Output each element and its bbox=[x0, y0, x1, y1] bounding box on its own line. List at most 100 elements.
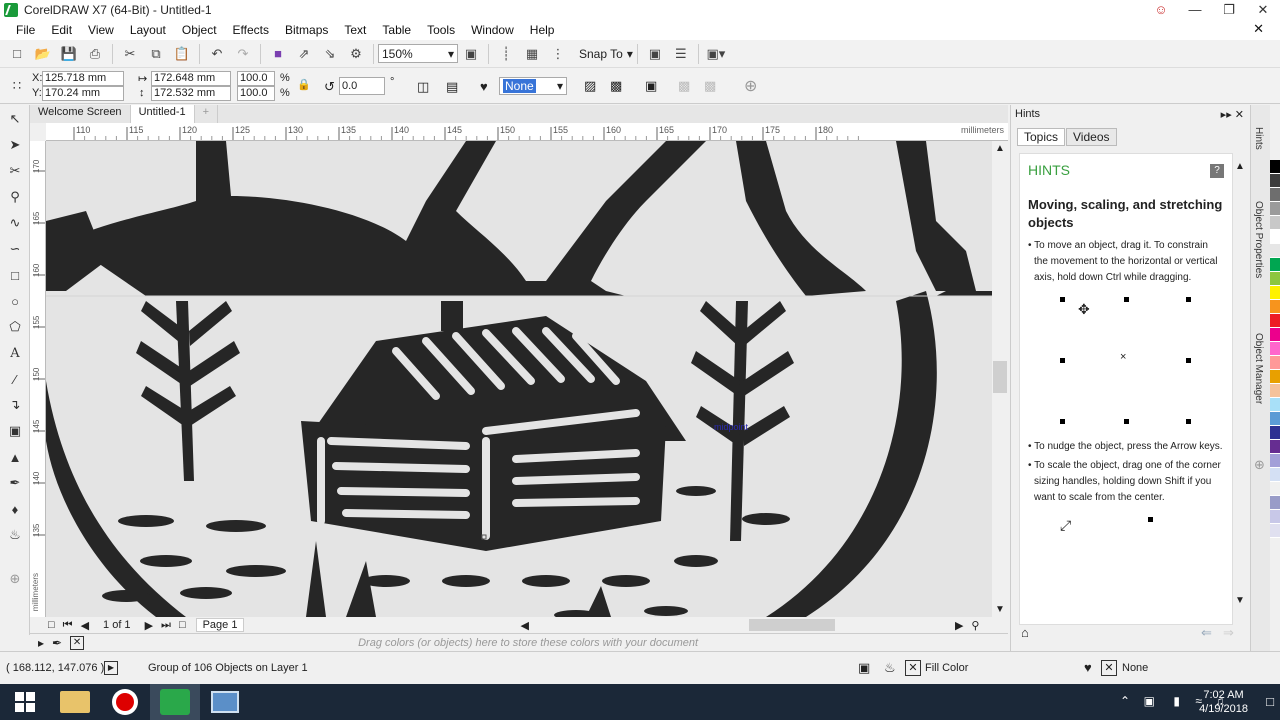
drawing-canvas[interactable]: midpoint bbox=[46, 141, 992, 617]
menu-object[interactable]: Object bbox=[182, 23, 217, 37]
palette-swatch[interactable] bbox=[1270, 440, 1280, 454]
add-page-end-icon[interactable]: □ bbox=[179, 619, 186, 631]
menu-bitmaps[interactable]: Bitmaps bbox=[285, 23, 328, 37]
home-icon[interactable]: ⌂ bbox=[1021, 625, 1029, 640]
pick-tool-icon[interactable]: ↖ bbox=[3, 107, 27, 131]
tray-chevron-icon[interactable]: ⌃ bbox=[1120, 694, 1130, 708]
side-tab-object-properties[interactable]: Object Properties bbox=[1253, 201, 1264, 278]
start-button[interactable] bbox=[0, 684, 50, 720]
add-docker-icon[interactable]: ⊕ bbox=[1254, 457, 1265, 473]
tab-welcome-screen[interactable]: Welcome Screen bbox=[30, 105, 131, 123]
palette-flyout-icon[interactable]: ▸ bbox=[38, 636, 44, 650]
palette-swatch[interactable] bbox=[1270, 356, 1280, 370]
navigator-zoom-icon[interactable]: ⚲ bbox=[971, 619, 979, 632]
show-rulers-icon[interactable]: ┊ bbox=[495, 43, 517, 65]
status-play-icon[interactable]: ▶ bbox=[104, 661, 118, 675]
palette-swatch[interactable] bbox=[1270, 202, 1280, 216]
redo-icon[interactable]: ↷ bbox=[232, 43, 254, 65]
palette-swatch[interactable] bbox=[1270, 272, 1280, 286]
palette-swatch[interactable] bbox=[1270, 510, 1280, 524]
scale-x-field[interactable]: 100.0 bbox=[237, 71, 275, 86]
palette-swatch[interactable] bbox=[1270, 258, 1280, 272]
lock-ratio-icon[interactable]: 🔒 bbox=[297, 78, 311, 91]
zoom-tool-icon[interactable]: ⚲ bbox=[3, 185, 27, 209]
options-icon[interactable]: ☰ bbox=[670, 43, 692, 65]
open-icon[interactable]: 📂 bbox=[32, 43, 54, 65]
preset-icon[interactable]: ∷ bbox=[6, 75, 28, 97]
palette-swatch[interactable] bbox=[1270, 412, 1280, 426]
import-icon[interactable]: ⇗ bbox=[293, 43, 315, 65]
palette-swatch[interactable] bbox=[1270, 244, 1280, 258]
show-guidelines-icon[interactable]: ⋮ bbox=[547, 43, 569, 65]
eyedropper-icon[interactable]: ✒ bbox=[52, 636, 62, 650]
vertical-ruler[interactable]: 170 165 160 155 150 145 140 135 millimeters bbox=[30, 141, 46, 617]
group-icon[interactable]: ▨ bbox=[584, 78, 596, 94]
scale-y-field[interactable]: 100.0 bbox=[237, 86, 275, 101]
scroll-left-icon[interactable]: ◀ bbox=[520, 619, 528, 632]
welcome-screen-icon[interactable]: ▣ bbox=[644, 43, 666, 65]
menu-view[interactable]: View bbox=[88, 23, 114, 37]
scroll-right-icon[interactable]: ▶ bbox=[955, 619, 963, 632]
menu-table[interactable]: Table bbox=[382, 23, 411, 37]
previous-page-icon[interactable]: ◀ bbox=[81, 619, 89, 632]
application-launcher-icon[interactable]: ▣▾ bbox=[705, 43, 727, 65]
palette-swatch[interactable] bbox=[1270, 496, 1280, 510]
horizontal-scroll-thumb[interactable] bbox=[748, 619, 835, 631]
polygon-tool-icon[interactable]: ⬠ bbox=[3, 315, 27, 339]
export-icon[interactable]: ⇘ bbox=[319, 43, 341, 65]
print-icon[interactable]: ⎙ bbox=[84, 43, 106, 65]
account-icon[interactable]: ☺ bbox=[1144, 0, 1178, 19]
artistic-media-icon[interactable]: ∽ bbox=[3, 237, 27, 261]
color-proof-icon[interactable]: ▣ bbox=[858, 660, 870, 676]
menu-edit[interactable]: Edit bbox=[51, 23, 72, 37]
drop-shadow-icon[interactable]: ▣ bbox=[3, 419, 27, 443]
palette-swatch[interactable] bbox=[1270, 300, 1280, 314]
palette-swatch[interactable] bbox=[1270, 230, 1280, 244]
minimize-button[interactable]: — bbox=[1178, 0, 1212, 19]
first-page-icon[interactable]: ⏮ bbox=[63, 619, 73, 632]
new-tab-icon[interactable]: + bbox=[194, 105, 219, 123]
connector-tool-icon[interactable]: ↴ bbox=[3, 393, 27, 417]
x-position-field[interactable]: 125.718 mm bbox=[42, 71, 124, 86]
menu-help[interactable]: Help bbox=[530, 23, 555, 37]
last-page-icon[interactable]: ⏭ bbox=[161, 619, 171, 632]
text-tool-icon[interactable]: A bbox=[3, 341, 27, 365]
palette-swatch[interactable] bbox=[1270, 174, 1280, 188]
parallel-dimension-icon[interactable]: ∕ bbox=[3, 367, 27, 391]
forward-icon[interactable]: ⇒ bbox=[1223, 625, 1234, 641]
ungroup-icon[interactable]: ▩ bbox=[610, 78, 622, 94]
palette-swatch[interactable] bbox=[1270, 398, 1280, 412]
outline-none-swatch[interactable]: ✕ bbox=[1101, 660, 1117, 676]
zoom-level-select[interactable]: 150% ▾ bbox=[378, 44, 458, 63]
palette-swatch[interactable] bbox=[1270, 216, 1280, 230]
color-eyedropper-icon[interactable]: ✒ bbox=[3, 471, 27, 495]
transparency-tool-icon[interactable]: ▲ bbox=[3, 445, 27, 469]
scroll-down-icon[interactable]: ▼ bbox=[995, 604, 1005, 615]
palette-swatch[interactable] bbox=[1270, 482, 1280, 496]
palette-swatch[interactable] bbox=[1270, 328, 1280, 342]
new-icon[interactable]: □ bbox=[6, 43, 28, 65]
palette-swatch[interactable] bbox=[1270, 286, 1280, 300]
system-clock[interactable]: 7:02 AM 4/19/2018 bbox=[1199, 688, 1248, 716]
interactive-fill-icon[interactable]: ♦ bbox=[3, 497, 27, 521]
next-page-icon[interactable]: ▶ bbox=[145, 619, 153, 632]
ellipse-tool-icon[interactable]: ○ bbox=[3, 289, 27, 313]
notifications-icon[interactable]: □ bbox=[1266, 694, 1274, 709]
battery-icon[interactable]: ▮ bbox=[1173, 694, 1180, 708]
close-document-icon[interactable]: ✕ bbox=[1253, 21, 1264, 37]
recorder-taskbar-icon[interactable] bbox=[100, 684, 150, 720]
menu-effects[interactable]: Effects bbox=[233, 23, 269, 37]
full-screen-preview-icon[interactable]: ▣ bbox=[460, 43, 482, 65]
help-icon[interactable]: ? bbox=[1210, 164, 1224, 178]
undo-icon[interactable]: ↶ bbox=[206, 43, 228, 65]
coreldraw-taskbar-icon[interactable] bbox=[150, 684, 200, 720]
hint-scroll-down-icon[interactable]: ▼ bbox=[1235, 595, 1245, 606]
no-color-swatch[interactable]: ✕ bbox=[70, 635, 85, 650]
menu-text[interactable]: Text bbox=[344, 23, 366, 37]
palette-swatch[interactable] bbox=[1270, 342, 1280, 356]
copy-icon[interactable]: ⧉ bbox=[145, 43, 167, 65]
rotation-angle-field[interactable]: 0.0 bbox=[339, 77, 385, 95]
scroll-up-icon[interactable]: ▲ bbox=[995, 143, 1005, 154]
paste-icon[interactable]: 📋 bbox=[171, 43, 193, 65]
palette-swatch[interactable] bbox=[1270, 454, 1280, 468]
